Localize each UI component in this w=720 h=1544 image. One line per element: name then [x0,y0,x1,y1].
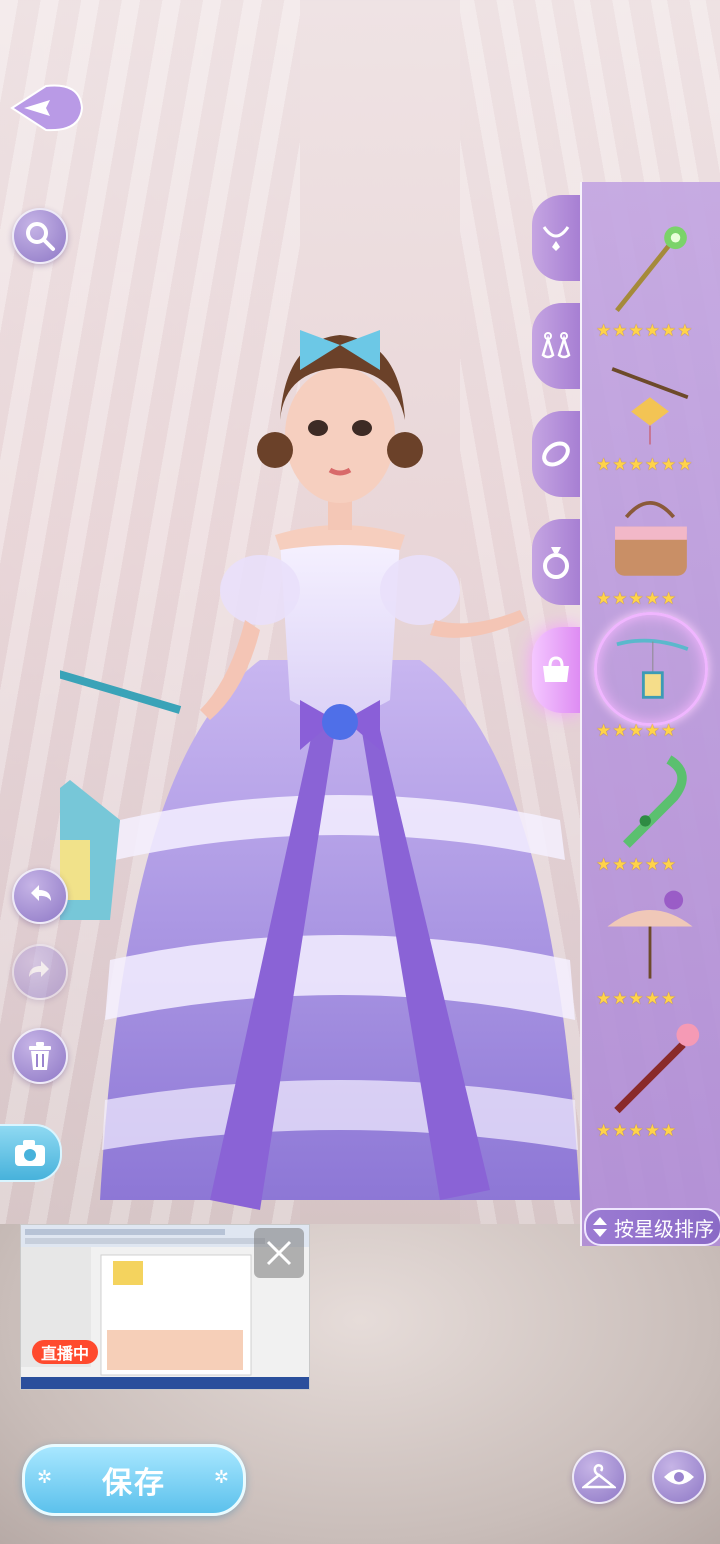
item-red-sword[interactable]: ★ ★ ★ ★ ★ [590,1018,710,1142]
star-icon: ★ [661,589,677,609]
back-button[interactable] [10,80,86,136]
redo-icon [29,961,49,977]
hanger-icon [582,1464,616,1489]
item-green-feather-fan[interactable]: ★ ★ ★ ★ ★ [590,752,710,876]
tab-bracelet[interactable] [532,411,580,497]
tab-earrings[interactable] [532,303,580,389]
sort-icon [593,1217,607,1237]
undo-icon [31,885,51,901]
preview-button[interactable] [652,1450,706,1504]
star-icon: ★ [628,321,644,341]
redo-button[interactable] [12,944,68,1000]
star-rating: ★ ★ ★ ★ ★ [596,1122,706,1140]
star-rating: ★ ★ ★ ★ ★ ★ [596,456,706,474]
star-icon: ★ [661,721,677,741]
star-icon: ★ [661,321,677,341]
star-icon: ★ [596,589,612,609]
search-icon [26,222,55,251]
star-icon: ★ [628,455,644,475]
star-icon: ★ [644,989,660,1009]
item-pink-basket[interactable]: ★ ★ ★ ★ ★ [590,486,710,610]
hanger-button[interactable] [572,1450,626,1504]
tab-handbag[interactable] [532,627,580,713]
handbag-icon [543,656,569,682]
item-thumbnail [614,1023,700,1114]
star-rating: ★ ★ ★ ★ ★ [596,590,706,608]
star-icon: ★ [596,321,612,341]
search-button[interactable] [12,208,68,264]
star-icon: ★ [612,989,628,1009]
star-icon: ★ [628,855,644,875]
trash-icon [29,1042,51,1070]
star-icon: ★ [596,1121,612,1141]
star-icon: ★ [677,455,693,475]
star-icon: ★ [612,855,628,875]
star-icon: ★ [612,455,628,475]
star-icon: ★ [644,589,660,609]
necklace-icon [542,226,570,251]
close-stream-button[interactable] [254,1228,304,1278]
star-icon: ★ [677,321,693,341]
sparkle-icon: ✲ [213,1467,231,1488]
item-rose-umbrella[interactable]: ★ ★ ★ ★ ★ [590,886,710,1010]
sparkle-icon: ✲ [37,1467,55,1488]
ring-icon [543,547,569,579]
star-icon: ★ [612,1121,628,1141]
item-thumbnail [616,638,689,699]
star-icon: ★ [644,1121,660,1141]
star-icon: ★ [644,455,660,475]
sort-by-stars-button[interactable]: 按星级排序 [584,1208,720,1246]
camera-icon [15,1140,45,1166]
star-icon: ★ [612,321,628,341]
star-icon: ★ [628,989,644,1009]
star-icon: ★ [628,589,644,609]
star-icon: ★ [612,721,628,741]
item-thumbnail [615,226,687,313]
item-lotus-lantern-staff[interactable]: ★ ★ ★ ★ ★ ★ [590,352,710,476]
item-thumbnail [607,890,693,979]
tab-necklace[interactable] [532,195,580,281]
star-rating: ★ ★ ★ ★ ★ [596,722,706,740]
delete-button[interactable] [12,1028,68,1084]
item-thumbnail [615,501,687,576]
star-rating: ★ ★ ★ ★ ★ [596,990,706,1008]
camera-button[interactable] [0,1124,62,1182]
star-icon: ★ [596,855,612,875]
star-rating: ★ ★ ★ ★ ★ [596,856,706,874]
star-icon: ★ [644,321,660,341]
star-icon: ★ [661,455,677,475]
back-arrow-icon [10,84,84,132]
bracelet-icon [542,441,570,467]
close-icon [266,1240,292,1266]
item-blue-lantern-branch[interactable]: ★ ★ ★ ★ ★ [590,612,710,742]
save-label: 保存 [102,1466,166,1501]
item-green-scepter[interactable]: ★ ★ ★ ★ ★ ★ [590,218,710,342]
save-button[interactable]: ✲ 保存 ✲ [22,1444,246,1516]
star-icon: ★ [596,455,612,475]
star-icon: ★ [661,989,677,1009]
star-icon: ★ [644,721,660,741]
item-thumbnail [611,367,689,445]
sort-label: 按星级排序 [614,1216,714,1241]
star-icon: ★ [661,855,677,875]
item-thumbnail [623,755,687,848]
eye-icon [664,1469,694,1485]
tab-ring[interactable] [532,519,580,605]
live-badge: 直播中 [32,1340,98,1364]
star-rating: ★ ★ ★ ★ ★ ★ [596,322,706,340]
star-icon: ★ [644,855,660,875]
star-icon: ★ [628,1121,644,1141]
star-icon: ★ [596,989,612,1009]
star-icon: ★ [628,721,644,741]
star-icon: ★ [661,1121,677,1141]
undo-button[interactable] [12,868,68,924]
star-icon: ★ [596,721,612,741]
earrings-icon [541,332,571,359]
star-icon: ★ [612,589,628,609]
